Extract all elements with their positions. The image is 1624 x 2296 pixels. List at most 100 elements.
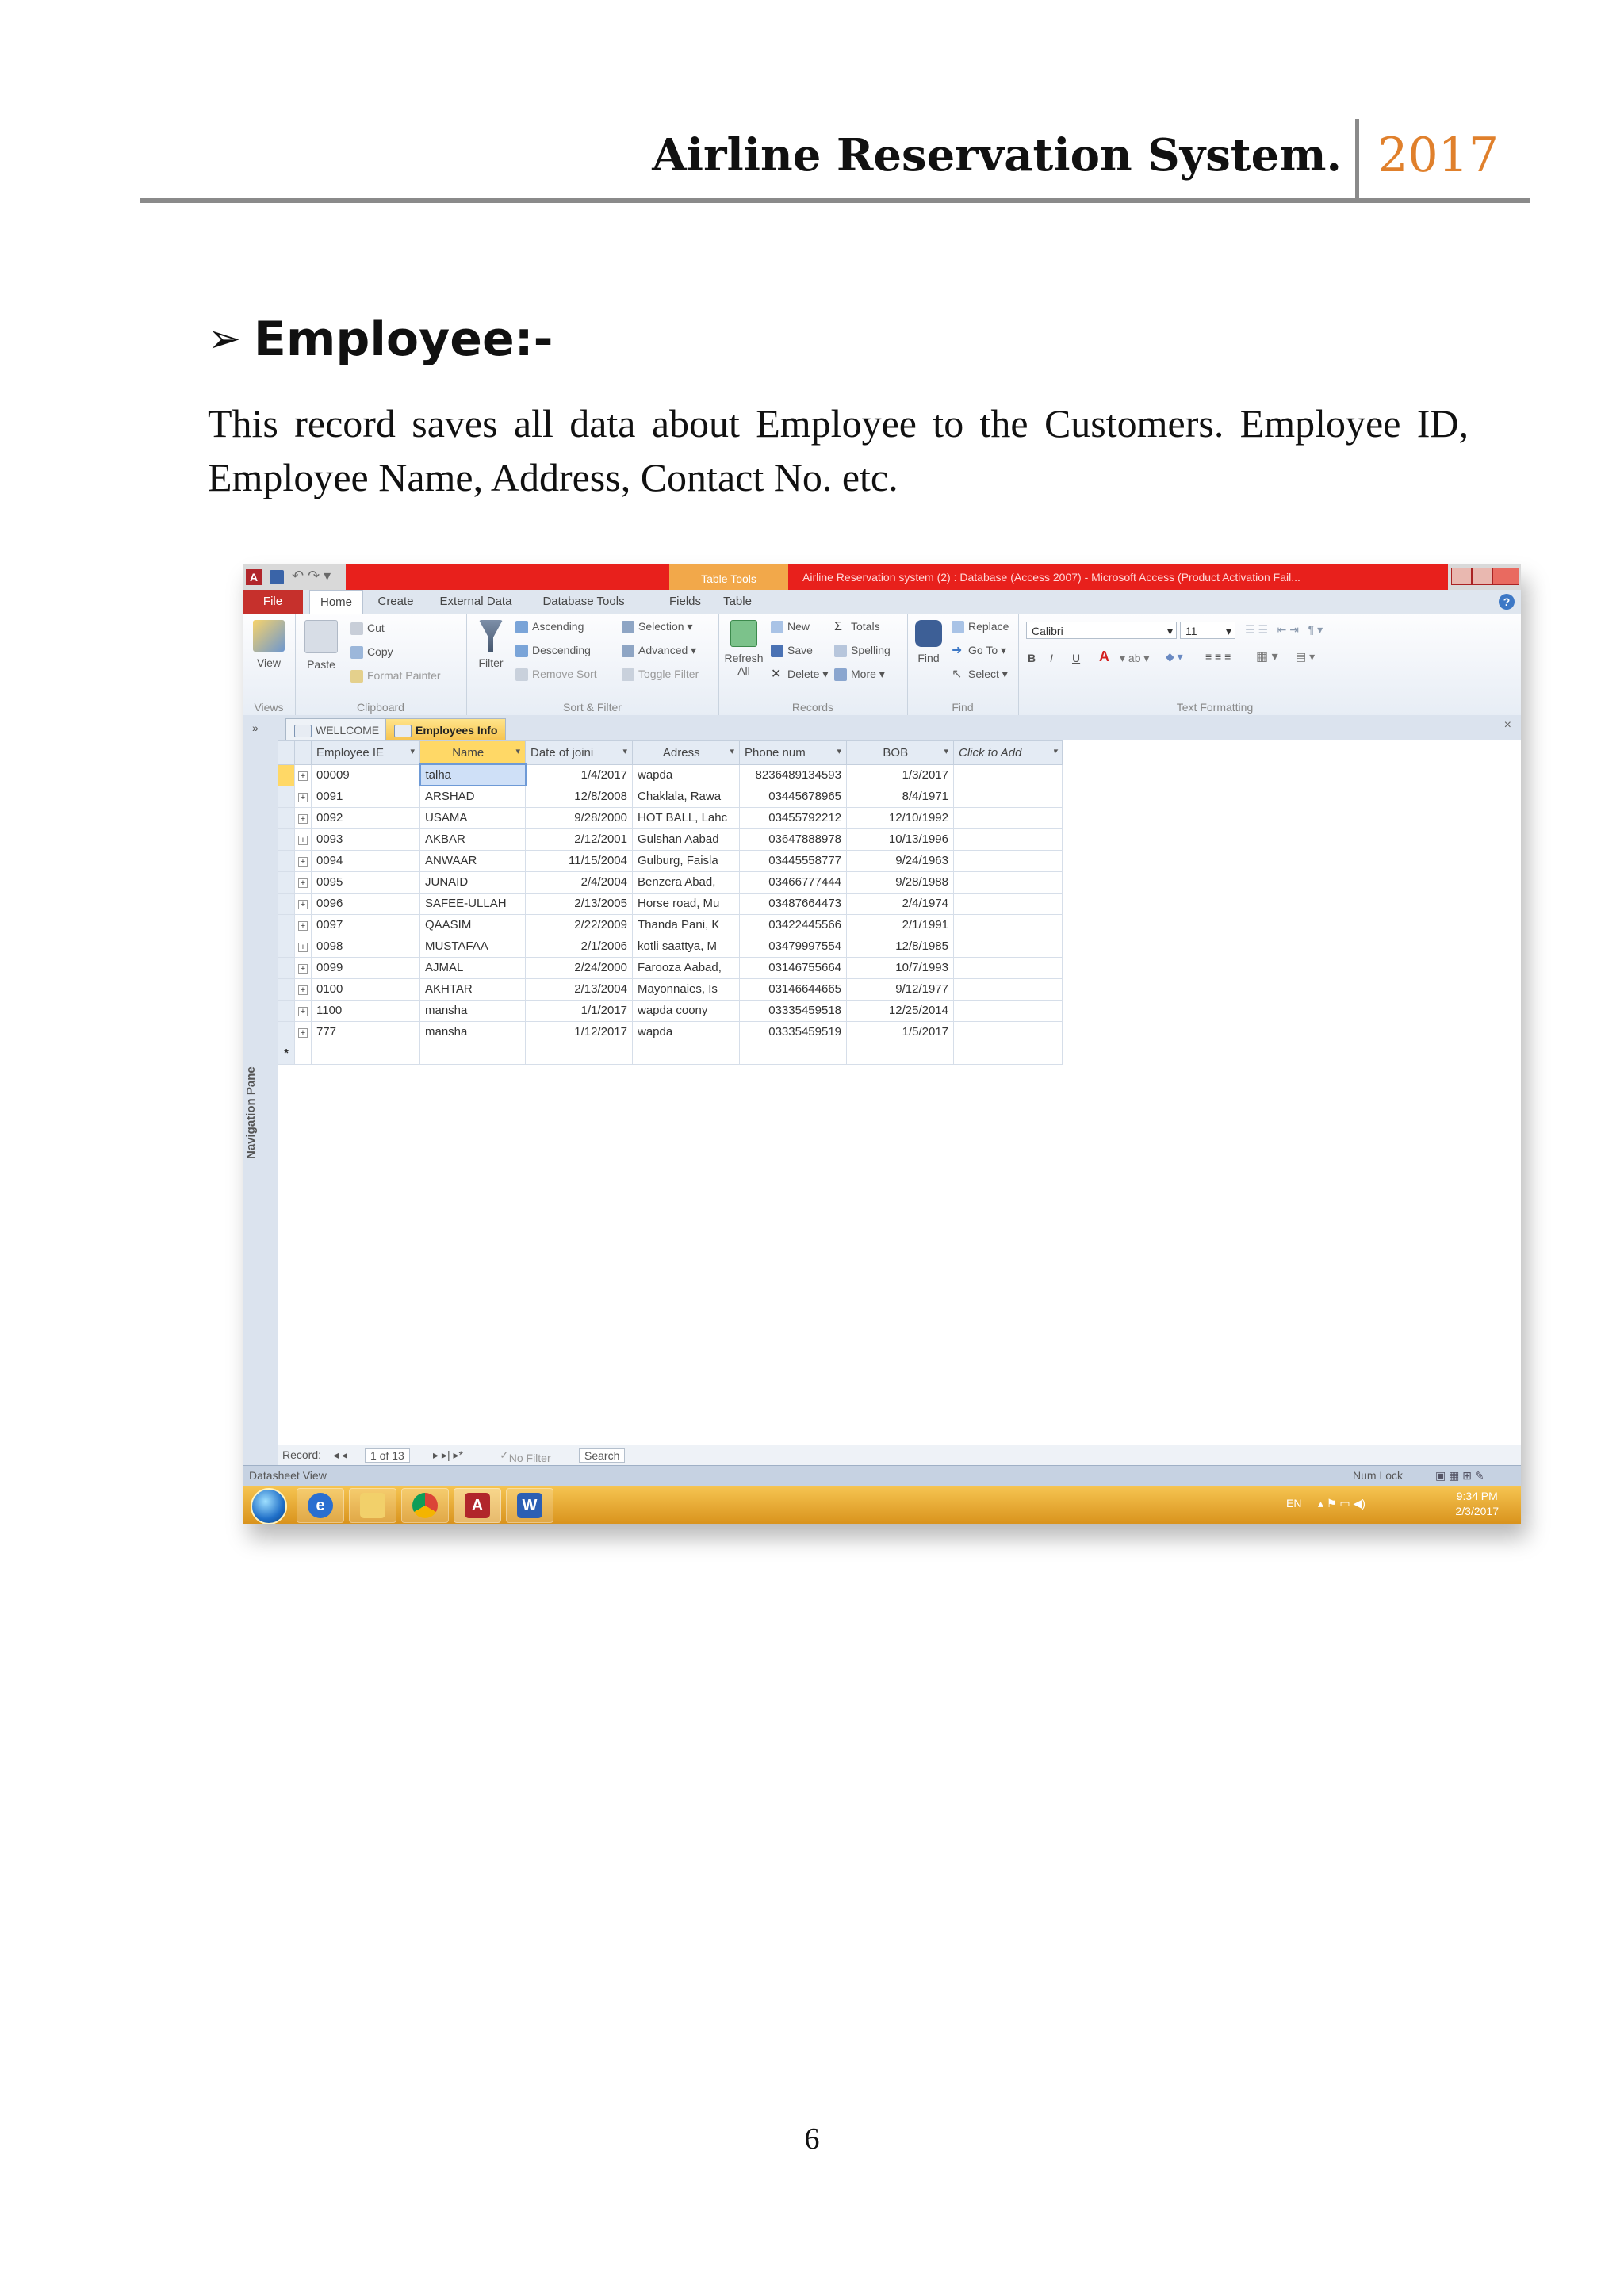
table-row[interactable]: +0094 ANWAAR 11/15/2004 Gulburg, Faisla 0344…: [278, 849, 1063, 872]
row-selector[interactable]: [278, 806, 295, 829]
table-cell[interactable]: 03335459519: [739, 1020, 847, 1043]
table-cell-empty[interactable]: [953, 935, 1063, 958]
maximize-button[interactable]: [1472, 568, 1492, 585]
table-row[interactable]: +00009 talha 1/4/2017 wapda 8236489134593 1/3…: [278, 763, 1063, 786]
table-cell[interactable]: Benzera Abad,: [632, 871, 740, 894]
taskbar-app[interactable]: [349, 1488, 396, 1523]
tab-wellcome[interactable]: WELLCOME: [285, 718, 389, 741]
double-chevron-right-icon[interactable]: »: [252, 721, 259, 734]
table-cell[interactable]: talha: [419, 763, 527, 786]
table-cell[interactable]: Chaklala, Rawa: [632, 785, 740, 808]
table-cell-empty[interactable]: [953, 913, 1063, 936]
underline-button[interactable]: U: [1072, 652, 1080, 664]
table-cell[interactable]: Horse road, Mu: [632, 892, 740, 915]
toggle-filter-button[interactable]: Toggle Filter: [622, 668, 699, 682]
tray-icons[interactable]: ▴ ⚑ ▭ ◀): [1318, 1497, 1365, 1510]
expand-plus-icon[interactable]: +: [298, 793, 308, 802]
totals-button[interactable]: Σ Totals: [834, 620, 880, 633]
table-cell-empty[interactable]: [846, 1042, 954, 1065]
table-cell-empty[interactable]: [311, 1042, 420, 1065]
table-cell[interactable]: HOT BALL, Lahc: [632, 806, 740, 829]
table-cell[interactable]: 03146644665: [739, 978, 847, 1001]
table-cell[interactable]: 0097: [311, 913, 420, 936]
table-cell[interactable]: 10/13/1996: [846, 828, 954, 851]
table-cell[interactable]: kotli saattya, M: [632, 935, 740, 958]
table-cell[interactable]: 11/15/2004: [525, 849, 633, 872]
table-row[interactable]: +777 mansha 1/12/2017 wapda 03335459519 1/5/2…: [278, 1020, 1063, 1043]
tab-create[interactable]: Create: [370, 590, 422, 614]
column-header[interactable]: Phone num ▾: [739, 740, 847, 765]
paste-button[interactable]: Paste: [300, 620, 343, 671]
spelling-button[interactable]: Spelling: [834, 644, 891, 658]
column-header[interactable]: Date of joini ▾: [525, 740, 633, 765]
table-cell[interactable]: SAFEE-ULLAH: [419, 892, 526, 915]
delete-record-button[interactable]: ✕ Delete ▾: [771, 668, 828, 681]
table-cell[interactable]: 12/8/1985: [846, 935, 954, 958]
expand-plus-icon[interactable]: +: [298, 857, 308, 867]
row-selector[interactable]: [278, 763, 295, 786]
table-cell[interactable]: 2/22/2009: [525, 913, 633, 936]
access-app-icon[interactable]: A: [246, 569, 262, 585]
new-record-button[interactable]: New: [771, 620, 810, 634]
table-cell[interactable]: 9/28/2000: [525, 806, 633, 829]
tab-fields[interactable]: Fields: [661, 590, 709, 614]
table-cell[interactable]: 0092: [311, 806, 420, 829]
chevron-down-icon[interactable]: ▾: [837, 746, 841, 756]
system-clock[interactable]: 9:34 PM 2/3/2017: [1456, 1489, 1500, 1519]
save-icon[interactable]: [270, 570, 284, 584]
chevron-down-icon[interactable]: ▾: [730, 746, 734, 756]
table-cell[interactable]: wapda coony: [632, 999, 740, 1022]
table-cell[interactable]: 12/8/2008: [525, 785, 633, 808]
table-cell[interactable]: 12/25/2014: [846, 999, 954, 1022]
table-cell[interactable]: 03466777444: [739, 871, 847, 894]
table-cell-empty[interactable]: [525, 1042, 633, 1065]
row-selector[interactable]: [278, 956, 295, 979]
copy-button[interactable]: Copy: [350, 645, 393, 660]
table-cell[interactable]: 2/4/1974: [846, 892, 954, 915]
table-cell-empty[interactable]: [953, 871, 1063, 894]
table-row[interactable]: +0099 AJMAL 2/24/2000 Farooza Aabad, 0314675…: [278, 956, 1063, 979]
table-cell[interactable]: 2/13/2004: [525, 978, 633, 1001]
table-cell[interactable]: 03146755664: [739, 956, 847, 979]
row-expander[interactable]: +: [294, 828, 312, 851]
search-input[interactable]: Search: [579, 1448, 626, 1463]
expand-plus-icon[interactable]: +: [298, 943, 308, 952]
expand-plus-icon[interactable]: +: [298, 964, 308, 974]
table-cell[interactable]: AKBAR: [419, 828, 526, 851]
table-cell[interactable]: wapda: [632, 763, 740, 786]
table-cell[interactable]: USAMA: [419, 806, 526, 829]
table-cell[interactable]: 00009: [311, 763, 420, 786]
select-button[interactable]: ↖ Select ▾: [952, 668, 1008, 681]
close-icon[interactable]: ×: [1504, 718, 1511, 733]
expand-plus-icon[interactable]: +: [298, 985, 308, 995]
tab-employees-info[interactable]: Employees Info: [385, 718, 507, 741]
list-buttons[interactable]: ☰ ☰ ⇤ ⇥ ¶ ▾: [1245, 623, 1323, 637]
table-row[interactable]: +0093 AKBAR 2/12/2001 Gulshan Aabad 03647888…: [278, 828, 1063, 851]
table-cell-empty[interactable]: [953, 785, 1063, 808]
help-icon[interactable]: ?: [1499, 594, 1515, 610]
expand-plus-icon[interactable]: +: [298, 1007, 308, 1016]
row-expander[interactable]: +: [294, 785, 312, 808]
table-cell[interactable]: 1/1/2017: [525, 999, 633, 1022]
table-row[interactable]: +0092 USAMA 9/28/2000 HOT BALL, Lahc 0345579…: [278, 806, 1063, 829]
table-cell[interactable]: 03455792212: [739, 806, 847, 829]
row-expander[interactable]: +: [294, 849, 312, 872]
chevron-down-icon[interactable]: ▾: [622, 746, 627, 756]
font-name-combo[interactable]: Calibri ▾: [1026, 622, 1177, 639]
table-row[interactable]: +0097 QAASIM 2/22/2009 Thanda Pani, K 034224…: [278, 913, 1063, 936]
replace-button[interactable]: Replace: [952, 620, 1009, 634]
row-expander[interactable]: +: [294, 892, 312, 915]
table-cell[interactable]: 03647888978: [739, 828, 847, 851]
table-cell[interactable]: 2/4/2004: [525, 871, 633, 894]
row-expander[interactable]: +: [294, 913, 312, 936]
table-cell[interactable]: Thanda Pani, K: [632, 913, 740, 936]
expand-plus-icon[interactable]: +: [298, 771, 308, 781]
refresh-all-button[interactable]: Refresh All: [722, 620, 766, 677]
chevron-down-icon[interactable]: ▾: [410, 746, 415, 756]
row-selector[interactable]: [278, 913, 295, 936]
column-header[interactable]: BOB ▾: [846, 740, 954, 765]
row-expander[interactable]: +: [294, 935, 312, 958]
table-cell-empty[interactable]: [953, 849, 1063, 872]
fill-color-icon[interactable]: ◆ ▾: [1166, 650, 1183, 664]
windows-start-icon[interactable]: [251, 1488, 287, 1524]
